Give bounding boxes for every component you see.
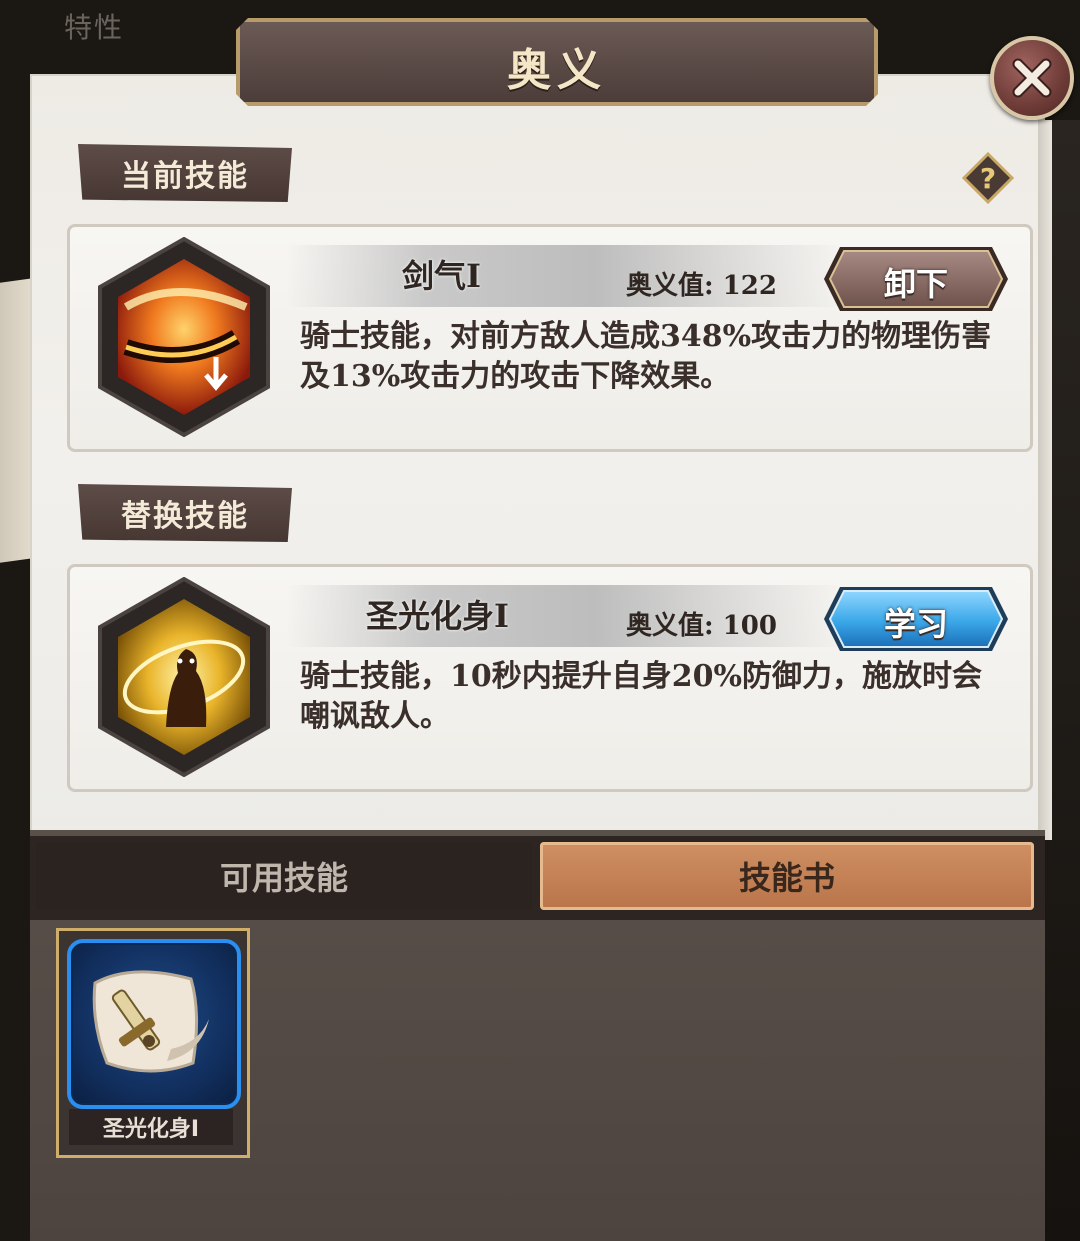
svg-text:?: ? [980,162,996,195]
panel-edge [1038,120,1052,840]
unequip-button-label: 卸下 [883,265,948,303]
page-title: 奥义 [507,45,607,96]
current-skill-card: 剑气Ⅰ 奥义值: 122 卸下 骑士技能，对前方敌人造成348%攻击力的物理伤害… [67,224,1033,452]
learn-button-label: 学习 [883,605,948,643]
replacement-skill-description: 骑士技能，10秒内提升自身20%防御力，施放时会嘲讽敌人。 [300,659,983,734]
tab-skill-books[interactable]: 技能书 [540,842,1034,910]
learn-button[interactable]: 学习 [822,585,1010,653]
replacement-skill-ougi-value: 奥义值: 100 [626,611,777,641]
item-icon-frame [67,939,241,1109]
item-label: 圣光化身Ⅰ [69,1109,233,1145]
sword-slash-icon [98,237,270,437]
close-button[interactable] [990,36,1074,120]
inventory-item[interactable]: 圣光化身Ⅰ [56,928,250,1158]
title-banner: 奥义 [236,18,878,106]
replacement-skill-name: 圣光化身Ⅰ [366,597,509,635]
question-icon: ? [962,152,1014,204]
replacement-skill-card: 圣光化身Ⅰ 奥义值: 100 学习 骑士技能，10秒内提升自身20%防御力，施放… [67,564,1033,792]
current-skill-label: 当前技能 [78,144,292,202]
close-icon [1012,58,1052,98]
current-skill-name: 剑气Ⅰ [402,257,481,295]
tab-available-skills[interactable]: 可用技能 [36,842,532,910]
replace-skill-label: 替换技能 [78,484,292,542]
help-button[interactable]: ? [962,152,1014,204]
current-skill-description: 骑士技能，对前方敌人造成348%攻击力的物理伤害及13%攻击力的攻击下降效果。 [300,319,992,394]
background-trait-label: 特性 [64,11,125,44]
current-skill-ougi-value: 奥义值: 122 [626,271,777,301]
skill-book-scroll-icon [92,970,209,1073]
unequip-button[interactable]: 卸下 [822,245,1010,313]
holy-avatar-icon [98,577,270,777]
